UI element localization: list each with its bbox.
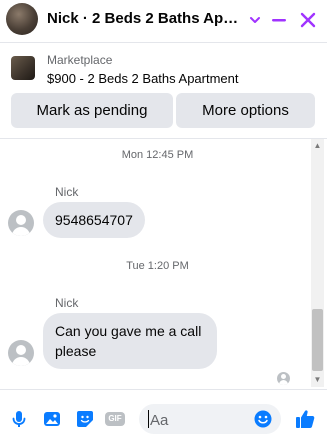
thumbs-up-icon[interactable] (294, 408, 316, 430)
sender-avatar[interactable] (8, 210, 34, 236)
text-caret (148, 410, 149, 428)
gif-icon[interactable]: GIF (104, 408, 126, 430)
listing-title[interactable]: $900 - 2 Beds 2 Baths Apartment (47, 71, 239, 86)
chevron-down-icon[interactable] (244, 9, 266, 31)
emoji-icon[interactable] (252, 408, 274, 430)
mark-as-pending-button[interactable]: Mark as pending (11, 93, 173, 128)
message-sender: Nick (55, 185, 79, 199)
close-icon[interactable] (297, 9, 319, 31)
gif-label: GIF (108, 414, 122, 423)
message-bubble[interactable]: Can you gave me a call please (43, 313, 217, 369)
listing-source: Marketplace (47, 53, 113, 67)
message-timestamp: Tue 1:20 PM (126, 260, 189, 272)
divider (0, 138, 327, 139)
listing-thumbnail[interactable] (11, 56, 35, 80)
message-sender: Nick (55, 296, 79, 310)
contact-avatar[interactable] (6, 3, 38, 35)
scroll-up-arrow-icon[interactable]: ▲ (311, 141, 324, 151)
microphone-icon[interactable] (8, 408, 30, 430)
message-bubble[interactable]: 9548654707 (43, 202, 145, 238)
chat-title[interactable]: Nick · 2 Beds 2 Baths Apar… (47, 10, 242, 27)
sticker-icon[interactable] (74, 408, 96, 430)
photo-icon[interactable] (41, 408, 63, 430)
scrollbar-thumb[interactable] (312, 309, 323, 371)
seen-indicator-avatar (277, 372, 290, 385)
message-timestamp: Mon 12:45 PM (121, 149, 194, 161)
composer-divider (0, 389, 327, 390)
more-options-button[interactable]: More options (176, 93, 315, 128)
sender-avatar[interactable] (8, 340, 34, 366)
scroll-down-arrow-icon[interactable]: ▼ (311, 375, 324, 385)
message-input[interactable] (148, 404, 252, 436)
minimize-icon[interactable] (268, 9, 290, 31)
